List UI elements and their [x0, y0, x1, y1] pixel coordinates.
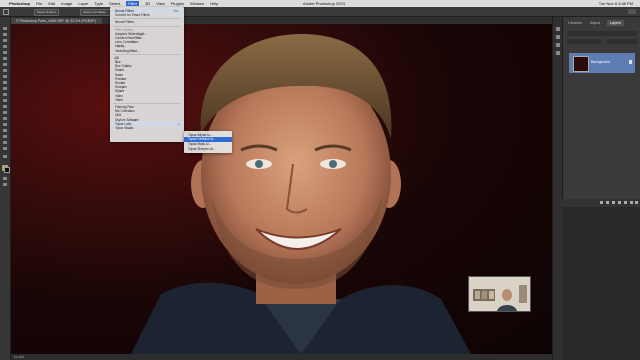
tab-layers[interactable]: Layers	[607, 20, 624, 26]
layers-panel: Libraries Adjust Layers Background	[562, 17, 640, 207]
submenu-arrow-icon: ▸	[118, 97, 120, 102]
submenu-arrow-icon: ▸	[128, 126, 131, 130]
opacity-field[interactable]	[607, 39, 637, 44]
menu-separator	[113, 25, 181, 27]
filter-menu-item[interactable]: Other ▸	[115, 98, 123, 102]
dodge-tool-icon[interactable]	[3, 111, 7, 114]
select-subject-button[interactable]: Select Subject	[34, 9, 60, 16]
filter-menu-item-label: Neural Filters...	[115, 20, 137, 25]
filter-menu-item[interactable]: Convert for Smart Filters	[115, 13, 150, 17]
tab-adjust[interactable]: Adjust	[587, 20, 603, 26]
mask-icon[interactable]	[612, 201, 615, 204]
layer-filter-field[interactable]	[567, 31, 637, 36]
blur-tool-icon[interactable]	[3, 105, 7, 108]
layer-thumbnail	[573, 56, 589, 72]
submenu-arrow-icon: ▸	[129, 109, 132, 114]
layer-row[interactable]: Background	[569, 53, 635, 73]
submenu-arrow-icon: ▸	[178, 121, 180, 126]
menu-edit[interactable]: Edit	[48, 1, 55, 6]
menu-filter[interactable]: Filter	[126, 1, 140, 6]
menu-shortcut: ^⌘F	[172, 9, 179, 13]
lasso-tool-icon[interactable]	[3, 39, 7, 42]
screen-mode-icon[interactable]	[3, 183, 7, 186]
path-select-tool-icon[interactable]	[3, 129, 7, 132]
type-tool-icon[interactable]	[3, 123, 7, 126]
crop-tool-icon[interactable]	[3, 51, 7, 54]
frame-tool-icon[interactable]	[3, 57, 7, 60]
menu-window[interactable]: Window	[190, 1, 204, 6]
menu-separator	[113, 103, 181, 104]
paragraph-icon[interactable]	[556, 51, 560, 55]
menu-photoshop[interactable]: Photoshop	[9, 1, 30, 6]
hand-tool-icon[interactable]	[3, 141, 7, 144]
marquee-tool-icon[interactable]	[3, 33, 7, 36]
menu-help[interactable]: Help	[210, 1, 218, 6]
clock: Tue Nov 8 3:48 PM	[598, 1, 633, 6]
menu-file[interactable]: File	[36, 1, 42, 6]
filter-menu-item[interactable]: Neural Filters...	[115, 20, 137, 24]
webcam-overlay	[468, 276, 531, 312]
home-icon[interactable]	[3, 9, 9, 15]
fx-icon[interactable]	[606, 201, 609, 204]
layers-panel-footer	[562, 199, 640, 207]
filter-menu-item-label: Convert for Smart Filters	[115, 13, 150, 18]
history-brush-tool-icon[interactable]	[3, 87, 7, 90]
options-bar: Select Subject Select and Mask...	[0, 7, 640, 17]
menu-shortcut: ⇧⌘R	[128, 40, 137, 45]
menu-image[interactable]: Image	[61, 1, 72, 6]
menu-separator	[113, 53, 181, 55]
gradient-tool-icon[interactable]	[3, 99, 7, 102]
new-layer-icon[interactable]	[630, 201, 633, 204]
app-title: Adobe Photoshop 2023	[303, 1, 345, 6]
shape-tool-icon[interactable]	[3, 135, 7, 138]
empty-panel-area	[562, 207, 640, 360]
zoom-tool-icon[interactable]	[3, 147, 7, 150]
menu-bar: Photoshop File Edit Image Layer Type Sel…	[0, 0, 640, 7]
menu-type[interactable]: Type	[94, 1, 103, 6]
topaz-submenu-item[interactable]: Topaz Sharpen AI...	[188, 147, 216, 152]
topaz-labs-submenu: Topaz Adjust AI... Topaz DeNoise AI... Top…	[184, 131, 232, 153]
filter-menu-item[interactable]: Vanishing Point... ⌥⌘V	[115, 49, 140, 53]
quick-mask-icon[interactable]	[3, 177, 7, 180]
share-button[interactable]	[628, 9, 636, 14]
healing-tool-icon[interactable]	[3, 69, 7, 72]
eyedropper-tool-icon[interactable]	[3, 63, 7, 66]
properties-icon[interactable]	[556, 35, 560, 39]
layer-name: Background	[591, 60, 611, 64]
submenu-arrow-icon: ▸	[127, 64, 129, 69]
menu-shortcut: ⌥⌘V	[127, 48, 136, 53]
menu-plugins[interactable]: Plugins	[171, 1, 184, 6]
menu-select[interactable]: Select	[109, 1, 120, 6]
history-icon[interactable]	[556, 27, 560, 31]
filter-menu-item-label: Topaz Studio	[115, 126, 134, 130]
background-color-swatch[interactable]	[4, 167, 10, 173]
clone-stamp-tool-icon[interactable]	[3, 81, 7, 84]
brushes-icon[interactable]	[556, 43, 560, 47]
menu-layer[interactable]: Layer	[78, 1, 88, 6]
lock-icon	[629, 60, 632, 64]
folder-icon[interactable]	[624, 201, 627, 204]
adjustment-icon[interactable]	[618, 201, 621, 204]
eraser-tool-icon[interactable]	[3, 93, 7, 96]
menu-view[interactable]: View	[156, 1, 165, 6]
filter-menu: Neural Filters ^⌘F Convert for Smart Filte…	[110, 7, 184, 142]
quick-select-tool-icon[interactable]	[3, 45, 7, 48]
menu-3d[interactable]: 3D	[145, 1, 150, 6]
brush-tool-icon[interactable]	[3, 75, 7, 78]
status-bar: 33.33%	[11, 354, 555, 360]
trash-icon[interactable]	[635, 201, 638, 204]
tab-libraries[interactable]: Libraries	[565, 20, 585, 26]
tools-panel	[0, 17, 11, 360]
pen-tool-icon[interactable]	[3, 117, 7, 120]
move-tool-icon[interactable]	[3, 27, 7, 30]
filter-menu-item[interactable]: Topaz Studio ▸	[115, 126, 133, 130]
more-tools-icon[interactable]	[3, 155, 7, 158]
select-and-mask-button[interactable]: Select and Mask...	[80, 9, 111, 16]
blend-mode-select[interactable]	[567, 39, 601, 44]
menu-separator	[113, 18, 181, 20]
link-layers-icon[interactable]	[600, 201, 603, 204]
